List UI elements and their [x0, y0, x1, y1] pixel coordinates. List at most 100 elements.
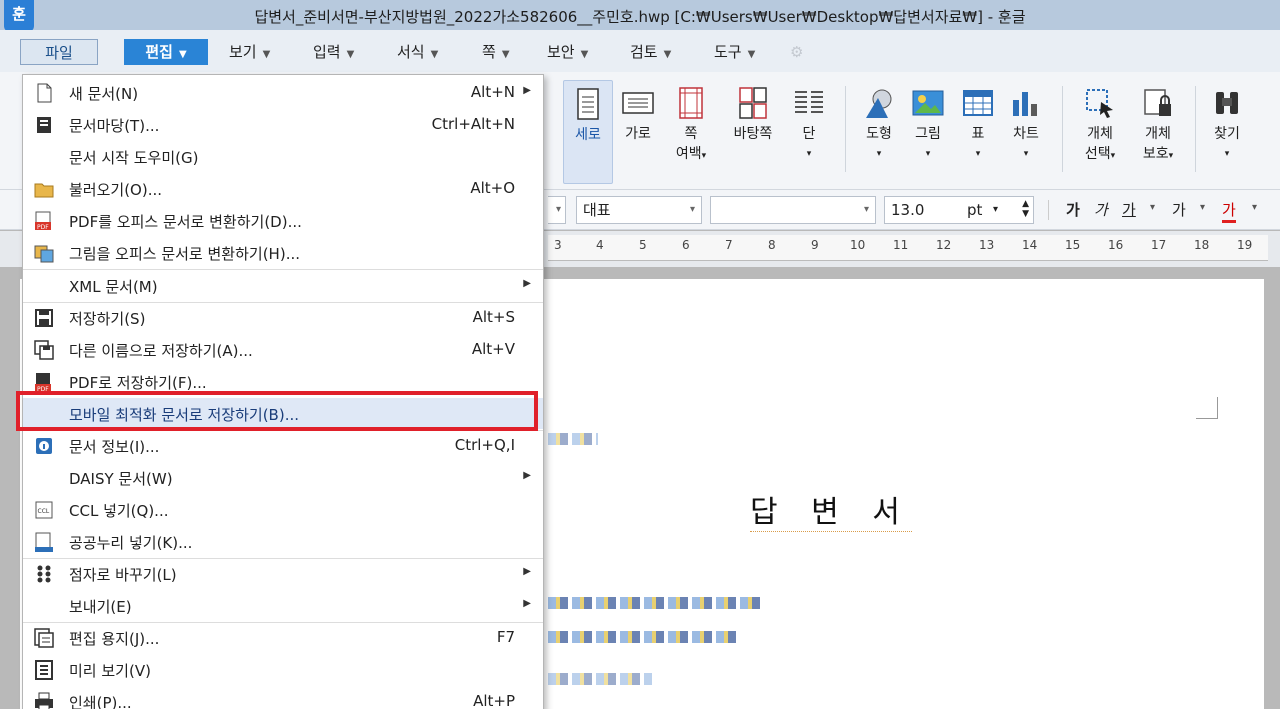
- ribbon-separator: [1062, 86, 1063, 172]
- find-button[interactable]: 찾기 ▾: [1205, 80, 1249, 184]
- menu-item-image-convert[interactable]: 그림을 오피스 문서로 변환하기(H)...: [23, 237, 543, 268]
- shapes-button[interactable]: 도형 ▾: [857, 80, 901, 184]
- object-select-button[interactable]: 개체 선택▾: [1076, 80, 1124, 184]
- menu-item-label: 미리 보기(V): [69, 662, 151, 680]
- chevron-down-icon: ▾: [806, 149, 812, 159]
- redacted-text: [548, 631, 740, 643]
- chevron-down-icon: ▼: [501, 49, 510, 60]
- menu-file[interactable]: 파일: [20, 39, 98, 65]
- table-label: 표: [971, 126, 985, 142]
- object-protect-icon: [1141, 86, 1175, 120]
- menu-item-print[interactable]: 인쇄(P)... Alt+P: [23, 686, 543, 709]
- bold-button[interactable]: 가: [1066, 199, 1080, 220]
- menu-item-start-wizard[interactable]: 문서 시작 도우미(G): [23, 141, 543, 172]
- menu-format[interactable]: 서식 ▼: [397, 39, 438, 65]
- page-margin-label-2: 여백▾: [675, 146, 707, 162]
- menu-file-label: 파일: [45, 44, 73, 62]
- menu-item-daisy[interactable]: DAISY 문서(W) ▶: [23, 462, 543, 493]
- menu-item-pdf-convert[interactable]: PDF PDF를 오피스 문서로 변환하기(D)...: [23, 205, 543, 236]
- font-size-combo[interactable]: 13.0 pt ▾ ▲ ▼: [884, 196, 1034, 224]
- ruler-number: 8: [768, 238, 776, 252]
- object-select-icon: [1083, 86, 1117, 120]
- style-combo[interactable]: 대표 ▾: [576, 196, 702, 224]
- landscape-label: 가로: [625, 126, 651, 142]
- menu-item-label: 그림을 오피스 문서로 변환하기(H)...: [69, 245, 300, 263]
- chevron-down-icon: ▾: [925, 149, 931, 159]
- ruler-number: 15: [1065, 238, 1081, 252]
- font-color-button[interactable]: 가: [1222, 199, 1236, 223]
- chevron-down-icon: ▼: [178, 49, 187, 60]
- submenu-arrow-icon: ▶: [523, 470, 531, 481]
- chevron-down-icon: ▾: [863, 204, 869, 215]
- menu-item-ccl[interactable]: CCL CCL 넣기(Q)...: [23, 494, 543, 525]
- ruler-number: 18: [1194, 238, 1210, 252]
- menu-insert[interactable]: 입력 ▼: [313, 39, 354, 65]
- chevron-down-icon: ▾: [876, 149, 882, 159]
- new-document-icon: [33, 82, 55, 104]
- menu-item-templates[interactable]: 문서마당(T)... Ctrl+Alt+N: [23, 109, 543, 140]
- menu-item-open[interactable]: 불러오기(O)... Alt+O: [23, 173, 543, 204]
- object-protect-label-2: 보호▾: [1142, 146, 1174, 162]
- italic-button[interactable]: 가: [1094, 199, 1108, 220]
- font-size-unit: pt: [967, 201, 983, 219]
- font-combo-tail[interactable]: ▾: [548, 196, 566, 224]
- ruler-number: 5: [639, 238, 647, 252]
- svg-text:PDF: PDF: [37, 224, 49, 231]
- menu-item-send[interactable]: 보내기(E) ▶: [23, 590, 543, 621]
- menu-item-open-license[interactable]: 공공누리 넣기(K)...: [23, 526, 543, 557]
- portrait-button[interactable]: 세로: [563, 80, 613, 184]
- object-protect-button[interactable]: 개체 보호▾: [1134, 80, 1182, 184]
- style-value: 대표: [583, 201, 611, 219]
- master-page-button[interactable]: 바탕쪽: [726, 80, 780, 184]
- chart-button[interactable]: 차트 ▾: [1004, 80, 1048, 184]
- menu-item-label: 문서 시작 도우미(G): [69, 149, 199, 167]
- redacted-text: [548, 597, 760, 609]
- chevron-down-icon: ▼: [262, 49, 271, 60]
- menu-page[interactable]: 쪽 ▼: [482, 39, 510, 65]
- menu-item-preview[interactable]: 미리 보기(V): [23, 654, 543, 685]
- menu-insert-label: 입력: [313, 43, 341, 61]
- chevron-down-icon: ▾: [1252, 202, 1258, 213]
- strikethrough-button[interactable]: 가: [1172, 199, 1186, 220]
- menu-item-shortcut: Ctrl+Q,I: [454, 436, 515, 454]
- landscape-button[interactable]: 가로: [617, 80, 659, 184]
- menu-review[interactable]: 검토 ▼: [630, 39, 671, 65]
- menu-edit[interactable]: 편집 ▼: [124, 39, 208, 65]
- menu-item-label: PDF를 오피스 문서로 변환하기(D)...: [69, 213, 302, 231]
- table-button[interactable]: 표 ▾: [958, 80, 998, 184]
- font-name-combo[interactable]: ▾: [710, 196, 876, 224]
- menu-item-label: 문서마당(T)...: [69, 117, 160, 135]
- menu-item-save-as[interactable]: 다른 이름으로 저장하기(A)... Alt+V: [23, 334, 543, 365]
- page-margin-button[interactable]: 쪽 여백▾: [666, 80, 716, 184]
- menu-item-braille[interactable]: 점자로 바꾸기(L) ▶: [23, 558, 543, 589]
- menu-tools[interactable]: 도구 ▼: [714, 39, 755, 65]
- ribbon-separator: [845, 86, 846, 172]
- document-heading: 답 변 서: [750, 487, 912, 532]
- menu-item-page-setup[interactable]: 편집 용지(J)... F7: [23, 622, 543, 653]
- ruler-number: 16: [1108, 238, 1124, 252]
- highlight-annotation-box: [16, 391, 538, 431]
- shapes-icon: [862, 86, 896, 120]
- menu-item-xml-document[interactable]: XML 문서(M) ▶: [23, 270, 543, 301]
- menu-item-new-document[interactable]: 새 문서(N) Alt+N ▶: [23, 77, 543, 108]
- menu-view[interactable]: 보기 ▼: [229, 39, 270, 65]
- menu-item-document-info[interactable]: 문서 정보(I)... Ctrl+Q,I: [23, 430, 543, 461]
- spin-stepper-icon[interactable]: ▲ ▼: [1022, 199, 1029, 219]
- picture-button[interactable]: 그림 ▾: [906, 80, 950, 184]
- master-page-label: 바탕쪽: [733, 126, 773, 142]
- ruler-number: 9: [811, 238, 819, 252]
- open-license-icon: [33, 531, 55, 553]
- print-icon: [33, 691, 55, 709]
- columns-button[interactable]: 단 ▾: [790, 80, 828, 184]
- underline-button[interactable]: 가: [1122, 199, 1136, 220]
- page-setup-icon: [33, 627, 55, 649]
- save-icon: [33, 307, 55, 329]
- window-title: 답변서_준비서면-부산지방법원_2022가소582606__주민호.hwp [C…: [254, 8, 1026, 26]
- submenu-arrow-icon: ▶: [523, 278, 531, 289]
- toolbar-separator: [1048, 200, 1049, 220]
- ribbon-pin-icon[interactable]: ⚙: [790, 39, 803, 65]
- menu-item-save[interactable]: 저장하기(S) Alt+S: [23, 302, 543, 333]
- menu-item-label: 인쇄(P)...: [69, 694, 132, 709]
- binoculars-icon: [1210, 86, 1244, 120]
- menu-security[interactable]: 보안 ▼: [547, 39, 588, 65]
